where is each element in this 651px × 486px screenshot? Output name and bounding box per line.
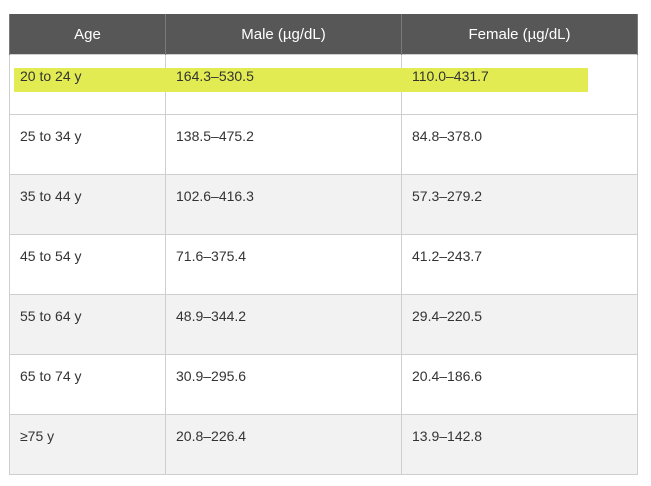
table-row: 65 to 74 y 30.9–295.6 20.4–186.6 <box>9 354 638 415</box>
cell-age: ≥75 y <box>9 414 166 475</box>
cell-age: 55 to 64 y <box>9 294 166 355</box>
table-row: 35 to 44 y 102.6–416.3 57.3–279.2 <box>9 174 638 235</box>
cell-age: 35 to 44 y <box>9 174 166 235</box>
cell-female: 84.8–378.0 <box>401 114 638 175</box>
cell-male: 71.6–375.4 <box>165 234 402 295</box>
cell-male: 102.6–416.3 <box>165 174 402 235</box>
cell-male: 30.9–295.6 <box>165 354 402 415</box>
cell-female: 41.2–243.7 <box>401 234 638 295</box>
cell-male: 48.9–344.2 <box>165 294 402 355</box>
header-age: Age <box>9 14 166 55</box>
cell-female: 13.9–142.8 <box>401 414 638 475</box>
cell-age: 45 to 54 y <box>9 234 166 295</box>
cell-age: 65 to 74 y <box>9 354 166 415</box>
table-row: 55 to 64 y 48.9–344.2 29.4–220.5 <box>9 294 638 355</box>
cell-male: 138.5–475.2 <box>165 114 402 175</box>
table-row: 45 to 54 y 71.6–375.4 41.2–243.7 <box>9 234 638 295</box>
cell-female: 29.4–220.5 <box>401 294 638 355</box>
reference-range-table-container: Age Male (µg/dL) Female (µg/dL) 20 to 24… <box>9 14 638 475</box>
table-header-row: Age Male (µg/dL) Female (µg/dL) <box>9 14 638 55</box>
cell-female: 20.4–186.6 <box>401 354 638 415</box>
row-highlight-marker <box>14 68 588 92</box>
cell-age: 25 to 34 y <box>9 114 166 175</box>
cell-female: 57.3–279.2 <box>401 174 638 235</box>
table-row: 25 to 34 y 138.5–475.2 84.8–378.0 <box>9 114 638 175</box>
table-row: ≥75 y 20.8–226.4 13.9–142.8 <box>9 414 638 475</box>
cell-male: 20.8–226.4 <box>165 414 402 475</box>
header-male: Male (µg/dL) <box>165 14 402 55</box>
header-female: Female (µg/dL) <box>401 14 638 55</box>
